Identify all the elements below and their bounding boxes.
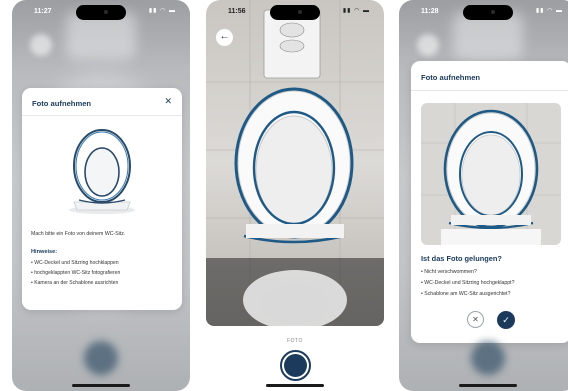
status-icons: ▮▮ ◠ ▬ (148, 8, 176, 14)
status-icons: ▮▮ ◠ ▬ (535, 8, 563, 14)
camera-viewfinder (206, 0, 384, 326)
screen-photo-instructions: 11:27 ▮▮ ◠ ▬ Foto aufnehmen ✕ Mach bitte… (12, 0, 190, 391)
back-arrow-icon[interactable]: ← (216, 29, 233, 46)
status-bar: 11:56 ▮▮ ◠ ▬ (206, 0, 384, 22)
blurred-shutter (84, 341, 118, 375)
review-actions: ✕ ✓ (411, 311, 568, 331)
divider (411, 90, 568, 91)
status-time: 11:28 (421, 8, 439, 15)
list-item: • hochgeklappten WC-Sitz fotografieren (31, 270, 121, 276)
blurred-shutter (471, 341, 505, 375)
modal-title: Foto aufnehmen (421, 73, 481, 82)
camera-mode-label: FOTO (287, 338, 303, 344)
accept-photo-button[interactable]: ✓ (497, 311, 515, 329)
close-icon[interactable]: ✕ (164, 96, 172, 107)
hints-heading: Hinweise: (31, 249, 58, 255)
toilet-seat-illustration (69, 129, 135, 214)
photo-review-modal: Foto aufnehmen Ist das Foto gelungen? • … (411, 61, 568, 343)
list-item: • WC-Deckel und Sitzring hochklappen (31, 260, 119, 266)
home-indicator (266, 384, 324, 387)
divider (22, 115, 182, 116)
status-bar: 11:28 ▮▮ ◠ ▬ (399, 0, 568, 22)
status-time: 11:56 (228, 8, 246, 15)
list-item: • Nicht verschwommen? (421, 269, 477, 275)
modal-title: Foto aufnehmen (32, 99, 92, 108)
home-indicator (72, 384, 130, 387)
status-icons: ▮▮ ◠ ▬ (342, 8, 370, 14)
list-item: • Kamera an der Schablone ausrichten (31, 280, 119, 286)
screen-photo-review: 11:28 ▮▮ ◠ ▬ Foto aufnehmen Ist das Foto… (399, 0, 568, 391)
list-item: • Schablone am WC-Sitz ausgerichtet? (421, 291, 511, 297)
camera-feed-image (206, 0, 384, 326)
screen-camera: 11:56 ▮▮ ◠ ▬ ← FOTO (206, 0, 384, 391)
shutter-button[interactable] (280, 350, 311, 381)
photo-instructions-modal: Foto aufnehmen ✕ Mach bitte ein Foto von… (22, 88, 182, 310)
captured-toilet-image (421, 103, 561, 245)
dynamic-island (76, 5, 126, 20)
reject-photo-button[interactable]: ✕ (467, 311, 484, 328)
captured-photo (421, 103, 561, 245)
review-question: Ist das Foto gelungen? (421, 254, 502, 263)
dynamic-island (270, 5, 320, 20)
hints-list: • WC-Deckel und Sitzring hochklappen • h… (31, 258, 181, 288)
list-item: • WC-Deckel und Sitzring hochgeklappt? (421, 280, 515, 286)
status-time: 11:27 (34, 8, 52, 15)
status-bar: 11:27 ▮▮ ◠ ▬ (12, 0, 190, 22)
instruction-text: Mach bitte ein Foto von deinem WC-Sitz. (31, 231, 126, 237)
dynamic-island (463, 5, 513, 20)
review-checklist: • Nicht verschwommen? • WC-Deckel und Si… (421, 267, 568, 300)
home-indicator (459, 384, 517, 387)
